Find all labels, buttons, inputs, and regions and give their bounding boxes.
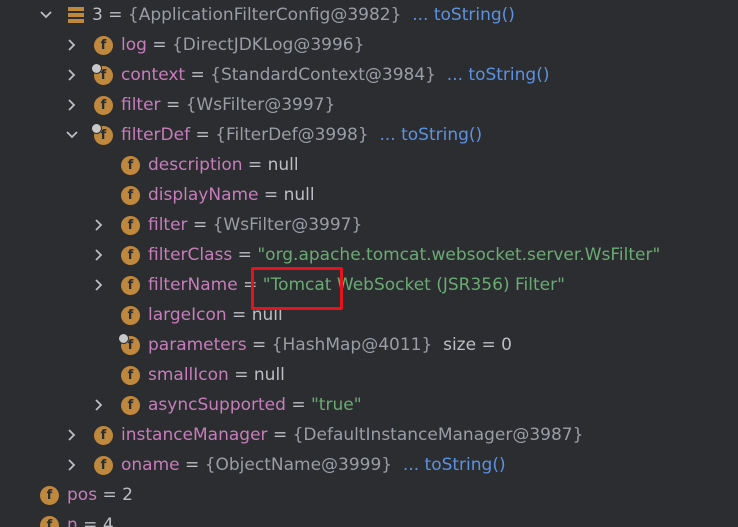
chevron-right-icon[interactable] [65,450,79,480]
protected-marker-icon [118,332,129,344]
chevron-down-icon[interactable] [39,0,53,30]
tree-row-context[interactable]: f context = {StandardContext@3984} ... t… [0,60,738,90]
field-value: "true" [310,395,362,415]
tree-row-pos[interactable]: f pos = 2 [0,480,738,510]
protected-marker-icon [91,62,102,74]
tree-row-n[interactable]: f n = 4 [0,510,738,527]
field-value: null [283,185,315,205]
field-value: null [253,365,285,385]
field-name: instanceManager [121,425,268,445]
field-icon: f [121,365,140,385]
array-icon [68,7,84,23]
field-name: filter [121,95,161,115]
field-name: pos [67,485,98,505]
element-value: {ApplicationFilterConfig@3982} [127,5,402,25]
tree-row-filter[interactable]: f filter = {WsFilter@3997} [0,90,738,120]
tree-row-smallicon[interactable]: f smallIcon = null [0,360,738,390]
field-icon: f [121,395,140,415]
field-name: filterDef [121,125,191,145]
field-icon: f [121,275,140,295]
field-icon: f [94,95,113,115]
field-name: asyncSupported [148,395,286,415]
field-name: oname [121,455,180,475]
field-value: {DefaultInstanceManager@3987} [292,425,584,445]
tree-row-displayname[interactable]: f displayName = null [0,180,738,210]
field-name: context [121,65,186,85]
tree-row-element-3[interactable]: 3 = {ApplicationFilterConfig@3982} ... t… [0,0,738,30]
field-icon: f [121,245,140,265]
field-icon: f [91,62,113,85]
chevron-right-icon[interactable] [92,240,106,270]
to-string-link[interactable]: ... toString() [403,455,506,475]
field-name: n [67,515,78,527]
chevron-right-icon[interactable] [65,30,79,60]
to-string-link[interactable]: ... toString() [380,125,483,145]
highlight-annotation [251,267,343,310]
field-name: log [121,35,147,55]
field-value: {WsFilter@3997} [212,215,363,235]
field-icon: f [94,35,113,55]
debugger-variables-tree: 3 = {ApplicationFilterConfig@3982} ... t… [0,0,738,527]
field-name: smallIcon [148,365,229,385]
chevron-right-icon[interactable] [92,210,106,240]
tree-row-asyncsupported[interactable]: f asyncSupported = "true" [0,390,738,420]
field-name: filter [148,215,188,235]
to-string-link[interactable]: ... toString() [447,65,550,85]
field-value: {DirectJDKLog@3996} [171,35,365,55]
tree-row-filterclass[interactable]: f filterClass = "org.apache.tomcat.webso… [0,240,738,270]
chevron-right-icon[interactable] [92,270,106,300]
field-icon: f [94,425,113,445]
chevron-right-icon[interactable] [65,90,79,120]
field-icon: f [121,305,140,325]
field-value: {ObjectName@3999} [204,455,393,475]
field-icon: f [121,215,140,235]
tree-row-oname[interactable]: f oname = {ObjectName@3999} ... toString… [0,450,738,480]
field-value: "org.apache.tomcat.websocket.server.WsFi… [257,245,661,265]
field-icon: f [121,155,140,175]
field-name: displayName [148,185,259,205]
size-label: size = 0 [443,335,512,355]
element-index: 3 [92,5,103,25]
field-value: 2 [122,485,133,505]
chevron-right-icon[interactable] [65,420,79,450]
tree-row-log[interactable]: f log = {DirectJDKLog@3996} [0,30,738,60]
tree-row-instancemanager[interactable]: f instanceManager = {DefaultInstanceMana… [0,420,738,450]
tree-row-filterdef-filter[interactable]: f filter = {WsFilter@3997} [0,210,738,240]
field-name: parameters [148,335,247,355]
field-name: filterName [148,275,238,295]
field-icon: f [118,332,140,355]
field-name: largeIcon [148,305,227,325]
field-value: null [267,155,299,175]
tree-row-parameters[interactable]: f parameters = {HashMap@4011} size = 0 [0,330,738,360]
field-name: filterClass [148,245,233,265]
protected-marker-icon [91,122,102,134]
field-icon: f [91,122,113,145]
field-value: {FilterDef@3998} [215,125,369,145]
tree-row-filtername[interactable]: f filterName = "Tomcat WebSocket (JSR356… [0,270,738,300]
tree-row-description[interactable]: f description = null [0,150,738,180]
chevron-right-icon[interactable] [65,60,79,90]
to-string-link[interactable]: ... toString() [412,5,515,25]
field-value: {WsFilter@3997} [185,95,336,115]
field-value: {StandardContext@3984} [210,65,436,85]
chevron-right-icon[interactable] [92,390,106,420]
tree-row-largeicon[interactable]: f largeIcon = null [0,300,738,330]
field-name: description [148,155,243,175]
field-value: 4 [102,515,114,527]
chevron-down-icon[interactable] [65,120,79,150]
field-icon: f [40,485,59,505]
field-value: {HashMap@4011} [271,335,433,355]
field-icon: f [40,515,59,527]
field-icon: f [94,455,113,475]
tree-row-filterdef[interactable]: f filterDef = {FilterDef@3998} ... toStr… [0,120,738,150]
field-icon: f [121,185,140,205]
